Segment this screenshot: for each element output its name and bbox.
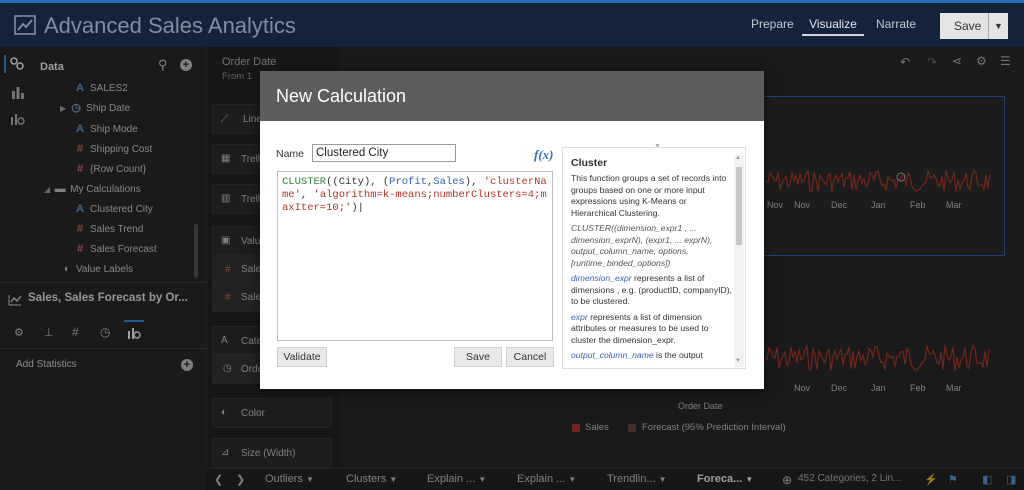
save-button-label: Save	[954, 19, 982, 33]
dialog-title: New Calculation	[276, 86, 407, 106]
dialog-header: New Calculation	[260, 71, 764, 121]
scroll-down-icon[interactable]: ▼	[735, 358, 741, 364]
save-calculation-button[interactable]: Save	[454, 347, 502, 367]
analytics-logo-icon	[14, 15, 36, 35]
new-calculation-dialog: New Calculation Name f(x) CLUSTER((City)…	[260, 71, 764, 389]
help-body: This function groups a set of records in…	[571, 173, 732, 360]
nav-narrate[interactable]: Narrate	[876, 17, 916, 31]
validate-button[interactable]: Validate	[277, 347, 327, 367]
scroll-up-icon[interactable]: ▲	[735, 155, 741, 161]
save-button[interactable]: Save ▼	[940, 13, 1008, 39]
nav-visualize[interactable]: Visualize	[802, 17, 864, 36]
help-title: Cluster	[571, 157, 608, 169]
expression-editor[interactable]: CLUSTER((City), (Profit,Sales), 'cluster…	[277, 171, 553, 341]
cancel-button[interactable]: Cancel	[506, 347, 554, 367]
save-dropdown-caret-icon[interactable]: ▼	[988, 13, 1008, 39]
nav-prepare[interactable]: Prepare	[751, 17, 794, 31]
name-field[interactable]	[312, 144, 456, 162]
function-help-panel: Cluster This function groups a set of re…	[562, 147, 746, 369]
app-title: Advanced Sales Analytics	[44, 13, 296, 38]
function-icon[interactable]: f(x)	[534, 147, 554, 163]
top-bar: Advanced Sales Analytics Prepare Visuali…	[0, 0, 1024, 47]
help-scroll-thumb[interactable]	[736, 167, 742, 245]
name-label: Name	[276, 148, 305, 160]
help-scrollbar[interactable]: ▲ ▼	[734, 155, 744, 367]
